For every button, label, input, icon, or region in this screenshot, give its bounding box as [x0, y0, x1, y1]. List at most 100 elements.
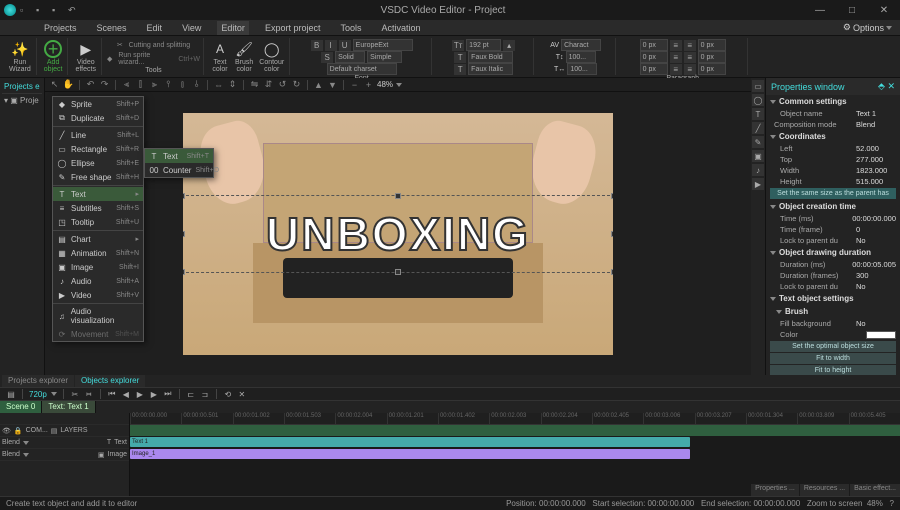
st-4[interactable]: ╱: [752, 122, 764, 134]
italic-button[interactable]: I: [325, 40, 337, 51]
ctx-audio[interactable]: ♪AudioShift+A: [53, 274, 143, 288]
options-button[interactable]: ⚙ Options: [843, 22, 892, 33]
flipv-icon[interactable]: ⇵: [263, 79, 274, 90]
al-left-icon[interactable]: ⫷: [121, 79, 132, 90]
res-dropdown-icon[interactable]: [51, 392, 57, 396]
px3[interactable]: 0 px: [640, 51, 668, 63]
res-label[interactable]: 720p: [29, 390, 47, 399]
collapse-icon[interactable]: [776, 310, 782, 314]
ctx-chart[interactable]: ▤Chart▸: [53, 232, 143, 246]
st-7[interactable]: ♪: [752, 164, 764, 176]
ctx-image[interactable]: ▣ImageShift+I: [53, 260, 143, 274]
sub-counter[interactable]: 00CounterShift+O: [145, 163, 213, 177]
font-combo[interactable]: EuropeExt: [353, 39, 413, 51]
projects-explorer-tab[interactable]: Projects explorer: [2, 375, 74, 387]
ctx-sprite[interactable]: ◆SpriteShift+P: [53, 97, 143, 111]
preview-canvas[interactable]: UNBOXING: [183, 113, 613, 355]
text-color-button[interactable]: AText color: [209, 39, 231, 74]
play-icon[interactable]: ▶: [135, 389, 145, 399]
solid-combo[interactable]: Solid: [335, 51, 365, 63]
st-6[interactable]: ▣: [752, 150, 764, 162]
al3[interactable]: ≡: [670, 52, 682, 63]
px6[interactable]: 0 px: [698, 63, 726, 75]
zoom-value[interactable]: 48%: [377, 80, 393, 89]
collapse-icon[interactable]: [770, 135, 776, 139]
track-header[interactable]: Blend▣Image: [0, 449, 129, 461]
rotr-icon[interactable]: ↻: [291, 79, 302, 90]
ctx-video[interactable]: ▶VideoShift+V: [53, 288, 143, 302]
underline-button[interactable]: U: [339, 40, 351, 51]
charset-combo[interactable]: Default charset: [327, 63, 397, 75]
st-2[interactable]: ◯: [752, 94, 764, 106]
ctx-free-shape[interactable]: ✎Free shapeShift+H: [53, 170, 143, 184]
scale2-combo[interactable]: 100...: [567, 63, 597, 75]
bold-button[interactable]: B: [311, 40, 323, 51]
st-5[interactable]: ✎: [752, 136, 764, 148]
font-size-combo[interactable]: 192 pt: [466, 39, 501, 51]
mark-in-icon[interactable]: ⊏: [186, 389, 196, 399]
layers-icon[interactable]: ▤: [6, 389, 16, 399]
timeline-clip[interactable]: Text 1: [130, 437, 690, 447]
undo-icon[interactable]: ↶: [85, 79, 96, 90]
menu-scenes[interactable]: Scenes: [93, 21, 131, 35]
tb-new-icon[interactable]: ▫: [20, 5, 30, 15]
al1[interactable]: ≡: [670, 40, 682, 51]
al-bot-icon[interactable]: ⫰: [191, 79, 202, 90]
sub-text[interactable]: TTextShift+T: [145, 149, 213, 163]
menu-editor[interactable]: Editor: [217, 21, 249, 35]
collapse-icon[interactable]: [770, 251, 776, 255]
tb-undo-icon[interactable]: ↶: [68, 5, 78, 15]
properties-tab[interactable]: Properties ...: [751, 484, 799, 496]
track-header[interactable]: BlendTText: [0, 437, 129, 449]
al-right-icon[interactable]: ⫸: [149, 79, 160, 90]
dist-v-icon[interactable]: ⇕: [227, 79, 238, 90]
scale-combo[interactable]: 100...: [566, 51, 596, 63]
faux-bold-combo[interactable]: Faux Bold: [468, 51, 513, 63]
collapse-icon[interactable]: [770, 205, 776, 209]
char-combo[interactable]: Charact: [561, 39, 601, 51]
px2[interactable]: 0 px: [698, 39, 726, 51]
dist-h-icon[interactable]: ⇔: [213, 79, 224, 90]
del-icon[interactable]: ✕: [237, 389, 247, 399]
back-icon[interactable]: ▼: [327, 79, 338, 90]
zoomout-icon[interactable]: −: [349, 79, 360, 90]
ctx-rectangle[interactable]: ▭RectangleShift+R: [53, 142, 143, 156]
selection-box[interactable]: [183, 195, 613, 273]
split-icon[interactable]: ⧦: [84, 389, 94, 399]
tb-open-icon[interactable]: ▪: [36, 5, 46, 15]
al5[interactable]: ≡: [670, 64, 682, 75]
rotl-icon[interactable]: ↺: [277, 79, 288, 90]
objects-explorer-tab[interactable]: Objects explorer: [75, 375, 145, 387]
text-tab[interactable]: Text: Text 1: [42, 401, 95, 413]
same-size-button[interactable]: Set the same size as the parent has: [770, 188, 896, 199]
faux-italic-combo[interactable]: Faux Italic: [468, 63, 513, 75]
ctx-animation[interactable]: ▦AnimationShift+N: [53, 246, 143, 260]
st-8[interactable]: ▶: [752, 178, 764, 190]
zoom-dropdown-icon[interactable]: [396, 83, 402, 87]
mark-out-icon[interactable]: ⊐: [200, 389, 210, 399]
tb-save-icon[interactable]: ▪: [52, 5, 62, 15]
scene-tab[interactable]: Scene 0: [0, 401, 42, 413]
strike-button[interactable]: S: [321, 52, 333, 63]
st-1[interactable]: ▭: [752, 80, 764, 92]
collapse-icon[interactable]: [770, 297, 776, 301]
menu-export-project[interactable]: Export project: [261, 21, 325, 35]
projects-tab[interactable]: Projects e: [2, 80, 42, 94]
px4[interactable]: 0 px: [698, 51, 726, 63]
close-button[interactable]: ✕: [872, 3, 896, 17]
al-mid-icon[interactable]: ⫾: [177, 79, 188, 90]
timeline-scope[interactable]: [130, 425, 900, 436]
ctx-text[interactable]: TText▸: [53, 187, 143, 201]
prev-frame-icon[interactable]: ◀: [121, 389, 131, 399]
help-icon[interactable]: ?: [890, 499, 894, 508]
hand-icon[interactable]: ✋: [63, 79, 74, 90]
minimize-button[interactable]: —: [808, 3, 832, 17]
contour-color-button[interactable]: ◯Contour color: [257, 39, 286, 74]
al2[interactable]: ≡: [684, 40, 696, 51]
st-3[interactable]: T: [752, 108, 764, 120]
loop-icon[interactable]: ⟲: [223, 389, 233, 399]
cut-icon[interactable]: ✂: [70, 389, 80, 399]
menu-view[interactable]: View: [178, 21, 205, 35]
zoomin-icon[interactable]: +: [363, 79, 374, 90]
cursor-icon[interactable]: ↖: [49, 79, 60, 90]
